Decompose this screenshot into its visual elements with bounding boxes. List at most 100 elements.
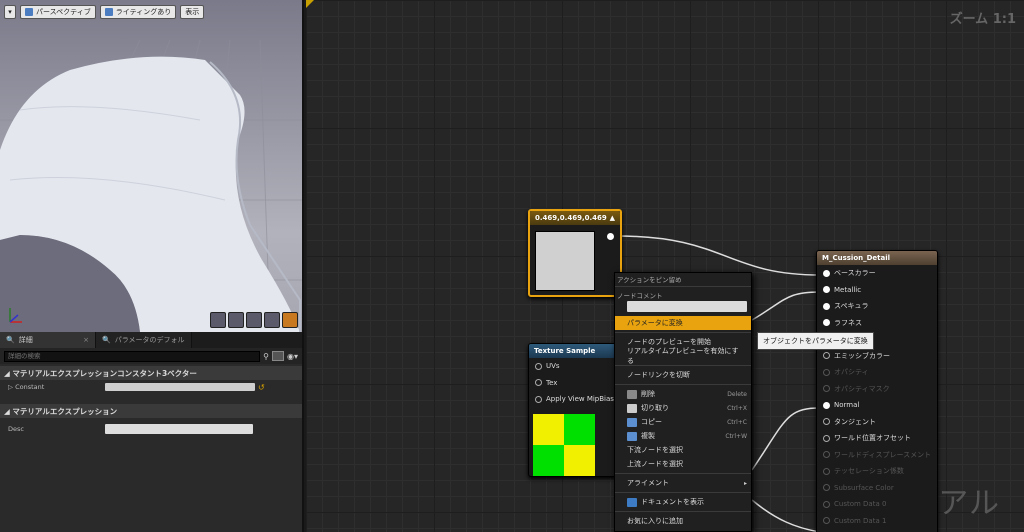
material-pin[interactable]: スペキュラ — [817, 298, 937, 315]
section-vector-constant[interactable]: ◢ マテリアルエクスプレッションコンスタント3ベクター — [0, 366, 302, 380]
details-search-input[interactable] — [4, 350, 261, 362]
menu-separator — [615, 286, 751, 287]
grid-view-icon[interactable] — [272, 351, 284, 361]
copy-icon — [627, 417, 637, 427]
material-pin[interactable]: Custom Data 1 — [817, 513, 937, 530]
plane-icon[interactable] — [246, 312, 262, 328]
material-result-node[interactable]: M_Cussion_Detail ベースカラー Metallic スペキュラ ラフネス… — [816, 250, 938, 532]
menu-item-cut[interactable]: 切り取り Ctrl+X — [615, 401, 751, 415]
material-pin[interactable]: Custom Data 0 — [817, 496, 937, 513]
pin-circle-icon — [823, 484, 830, 492]
menu-item-break-links[interactable]: ノードリンクを切断 — [615, 368, 751, 382]
lighting-mode-button[interactable]: ライティングあり — [99, 5, 177, 19]
details-search-bar: ⚲ ◉▾ — [0, 348, 302, 364]
material-pin[interactable]: ベースカラー — [817, 265, 937, 282]
menu-item-add-favorite[interactable]: お気に入りに追加 — [615, 514, 751, 528]
menu-item-select-downstream[interactable]: 下流ノードを選択 — [615, 443, 751, 457]
preview-viewport[interactable]: ▾ パースペクティブ ライティングあり 表示 — [0, 0, 304, 332]
pin-circle-icon — [535, 379, 542, 387]
sphere-icon[interactable] — [228, 312, 244, 328]
cylinder-icon[interactable] — [210, 312, 226, 328]
viewport-toolbar: ▾ パースペクティブ ライティングあり 表示 — [4, 5, 205, 19]
pin-circle-icon — [823, 500, 830, 508]
show-button[interactable]: 表示 — [180, 5, 205, 19]
camera-icon — [25, 8, 33, 16]
menu-item-select-upstream[interactable]: 上流ノードを選択 — [615, 457, 751, 471]
collapse-arrow-icon[interactable]: ▲ — [610, 214, 615, 222]
material-node-header[interactable]: M_Cussion_Detail — [817, 251, 937, 265]
pin-circle-icon — [823, 269, 830, 277]
output-pin[interactable] — [607, 233, 614, 240]
material-pin[interactable]: オパシティマスク — [817, 381, 937, 398]
texture-node-header[interactable]: Texture Sample — [529, 344, 619, 358]
menu-item-copy[interactable]: コピー Ctrl+C — [615, 415, 751, 429]
pin-circle-icon — [823, 286, 830, 294]
material-pin[interactable]: テッセレーション係数 — [817, 463, 937, 480]
desc-input[interactable] — [105, 424, 253, 434]
mipbias-pin[interactable]: Apply View MipBias — [529, 391, 619, 408]
menu-item-convert-to-parameter[interactable]: パラメータに変換 — [615, 316, 751, 330]
convert-parameter-tooltip: オブジェクトをパラメータに変換 — [757, 332, 874, 350]
axis-gizmo-icon — [9, 308, 22, 323]
node-comment-input[interactable] — [627, 301, 747, 312]
material-pin[interactable]: オパシティ — [817, 364, 937, 381]
constant-color-swatch[interactable] — [105, 383, 255, 391]
menu-item-duplicate[interactable]: 複製 Ctrl+W — [615, 429, 751, 443]
material-pin[interactable]: Normal — [817, 397, 937, 414]
pin-circle-icon — [823, 434, 830, 442]
pin-circle-icon — [535, 362, 542, 370]
search-icon[interactable]: ⚲ — [263, 352, 269, 361]
sphere-icon — [104, 8, 113, 16]
triangle-right-icon[interactable]: ▷ — [8, 383, 15, 391]
viewport-options-button[interactable]: ▾ — [4, 5, 16, 19]
material-pin[interactable]: ラフネス — [817, 315, 937, 332]
menu-separator — [615, 473, 751, 474]
texture-sample-node[interactable]: Texture Sample UVs Tex Apply View MipBia… — [528, 343, 620, 477]
material-pin[interactable]: Metallic — [817, 282, 937, 299]
details-panel: 🔍 詳細 × 🔍 パラメータのデフォル ⚲ ◉▾ ◢ マテリアルエクスプレッショ… — [0, 332, 304, 532]
menu-header-pin-actions: アクションをピン留め — [617, 275, 682, 284]
material-pin-list: ベースカラー Metallic スペキュラ ラフネス エミッシブカラー オパシティ オパシテ… — [817, 265, 937, 529]
node-context-menu: アクションをピン留め ノードコメント パラメータに変換 ノードのプレビューを開始… — [614, 272, 752, 532]
perspective-button[interactable]: パースペクティブ — [20, 5, 96, 19]
material-pin[interactable]: タンジェント — [817, 414, 937, 431]
uvs-pin[interactable]: UVs — [529, 358, 619, 375]
menu-item-enable-realtime-preview[interactable]: リアルタイムプレビューを有効にする — [615, 347, 751, 365]
tab-parameter-defaults[interactable]: 🔍 パラメータのデフォル — [96, 332, 192, 348]
cube-icon[interactable] — [264, 312, 280, 328]
tex-pin[interactable]: Tex — [529, 375, 619, 392]
material-pin[interactable]: Subsurface Color — [817, 480, 937, 497]
pin-circle-icon — [823, 401, 830, 409]
delete-icon — [627, 389, 637, 399]
menu-separator — [615, 332, 751, 333]
close-icon[interactable]: × — [83, 336, 89, 344]
menu-separator — [615, 511, 751, 512]
pin-circle-icon — [823, 418, 830, 426]
menu-item-show-documentation[interactable]: ドキュメントを表示 — [615, 495, 751, 509]
menu-separator — [615, 384, 751, 385]
search-icon: 🔍 — [6, 336, 15, 344]
tab-details[interactable]: 🔍 詳細 × — [0, 332, 96, 348]
material-pin[interactable]: ワールド位置オフセット — [817, 430, 937, 447]
section-material-expression[interactable]: ◢ マテリアルエクスプレッション — [0, 404, 302, 418]
pin-circle-icon — [823, 385, 830, 393]
material-pin[interactable]: ワールドディスプレースメント — [817, 447, 937, 464]
chevron-down-icon: ▾ — [8, 8, 12, 16]
pin-circle-icon — [823, 517, 830, 525]
constant3vector-node[interactable]: 0.469,0.469,0.469 ▲ — [528, 209, 622, 297]
preview-mesh-buttons — [210, 312, 298, 328]
pin-circle-icon — [823, 451, 830, 459]
reset-arrow-icon[interactable]: ↺ — [258, 383, 265, 392]
color-preview — [535, 231, 595, 291]
menu-header-node-comment: ノードコメント — [617, 291, 663, 300]
pin-circle-icon — [823, 368, 830, 376]
pin-circle-icon — [823, 467, 830, 475]
teapot-icon[interactable] — [282, 312, 298, 328]
eye-icon[interactable]: ◉▾ — [287, 352, 298, 361]
constant-node-header[interactable]: 0.469,0.469,0.469 ▲ — [530, 211, 620, 225]
texture-preview — [533, 414, 595, 476]
viewport-scene — [0, 39, 302, 332]
menu-item-delete[interactable]: 削除 Delete — [615, 387, 751, 401]
pin-circle-icon — [823, 352, 830, 360]
menu-item-alignment[interactable]: アライメント ▸ — [615, 476, 751, 490]
